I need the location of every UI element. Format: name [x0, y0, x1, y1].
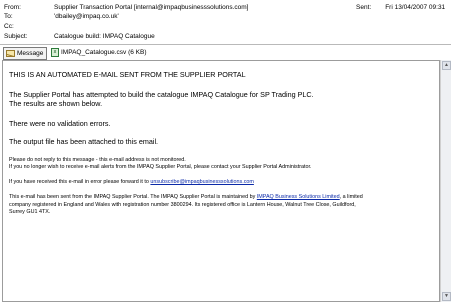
sent-row: Sent: Fri 13/04/2007 09:31: [356, 3, 445, 12]
attachment-csv[interactable]: x IMPAQ_Catalogue.csv (6 KB): [49, 47, 150, 58]
scroll-down-icon[interactable]: ▼: [442, 292, 451, 301]
subject-label: Subject:: [4, 33, 28, 40]
attachment-bar: Message x IMPAQ_Catalogue.csv (6 KB): [0, 44, 451, 61]
sent-label: Sent:: [356, 4, 372, 11]
message-body[interactable]: THIS IS AN AUTOMATED E-MAIL SENT FROM TH…: [2, 60, 440, 302]
footer-line-2: company registered in England and Wales …: [9, 201, 356, 208]
subject-value: Catalogue build: IMPAQ Catalogue: [54, 33, 155, 40]
message-content: THIS IS AN AUTOMATED E-MAIL SENT FROM TH…: [9, 70, 429, 217]
spreadsheet-file-icon: x: [51, 48, 59, 57]
notice-heading: THIS IS AN AUTOMATED E-MAIL SENT FROM TH…: [9, 70, 246, 79]
error-forward-prefix: If you have received this e-mail in erro…: [9, 178, 151, 185]
output-file-text: The output file has been attached to thi…: [9, 137, 159, 146]
unsubscribe-link[interactable]: unsubscribe@impaqbusinesssolutions.com: [150, 179, 253, 185]
message-header: From: Supplier Transaction Portal [inter…: [0, 0, 451, 44]
footer-line-3: Surrey GU1 4TX.: [9, 209, 51, 216]
results-text: The results are shown below.: [9, 99, 103, 108]
vertical-scrollbar[interactable]: ▲ ▼: [440, 60, 451, 302]
from-value[interactable]: Supplier Transaction Portal [internal@im…: [54, 3, 248, 12]
validation-text: There were no validation errors.: [9, 118, 111, 128]
from-label: From:: [4, 4, 21, 11]
to-value[interactable]: 'dbailey@impaq.co.uk': [54, 12, 119, 21]
tab-message-label: Message: [17, 50, 44, 57]
scroll-up-icon[interactable]: ▲: [442, 61, 451, 70]
to-label: To:: [4, 13, 13, 20]
tab-message[interactable]: Message: [3, 47, 48, 60]
error-forward-text: If you have received this e-mail in erro…: [9, 179, 429, 187]
attachment-csv-label: IMPAQ_Catalogue.csv (6 KB): [61, 49, 147, 56]
no-reply-text: Please do not reply to this message - th…: [9, 156, 186, 163]
envelope-icon: [6, 50, 15, 57]
build-attempt-text: The Supplier Portal has attempted to bui…: [9, 89, 314, 99]
alerts-text: If you no longer wish to receive e-mail …: [9, 164, 312, 171]
impaq-company-link[interactable]: IMPAQ Business Solutions Limited: [257, 194, 340, 200]
footer-line-1: This e-mail has been sent from the IMPAQ…: [9, 194, 429, 202]
footer-suffix: , a limited: [339, 194, 363, 201]
footer-prefix: This e-mail has been sent from the IMPAQ…: [9, 194, 257, 201]
cc-label: Cc:: [4, 23, 14, 30]
email-window: From: Supplier Transaction Portal [inter…: [0, 0, 451, 304]
sent-value: Fri 13/04/2007 09:31: [385, 4, 446, 11]
